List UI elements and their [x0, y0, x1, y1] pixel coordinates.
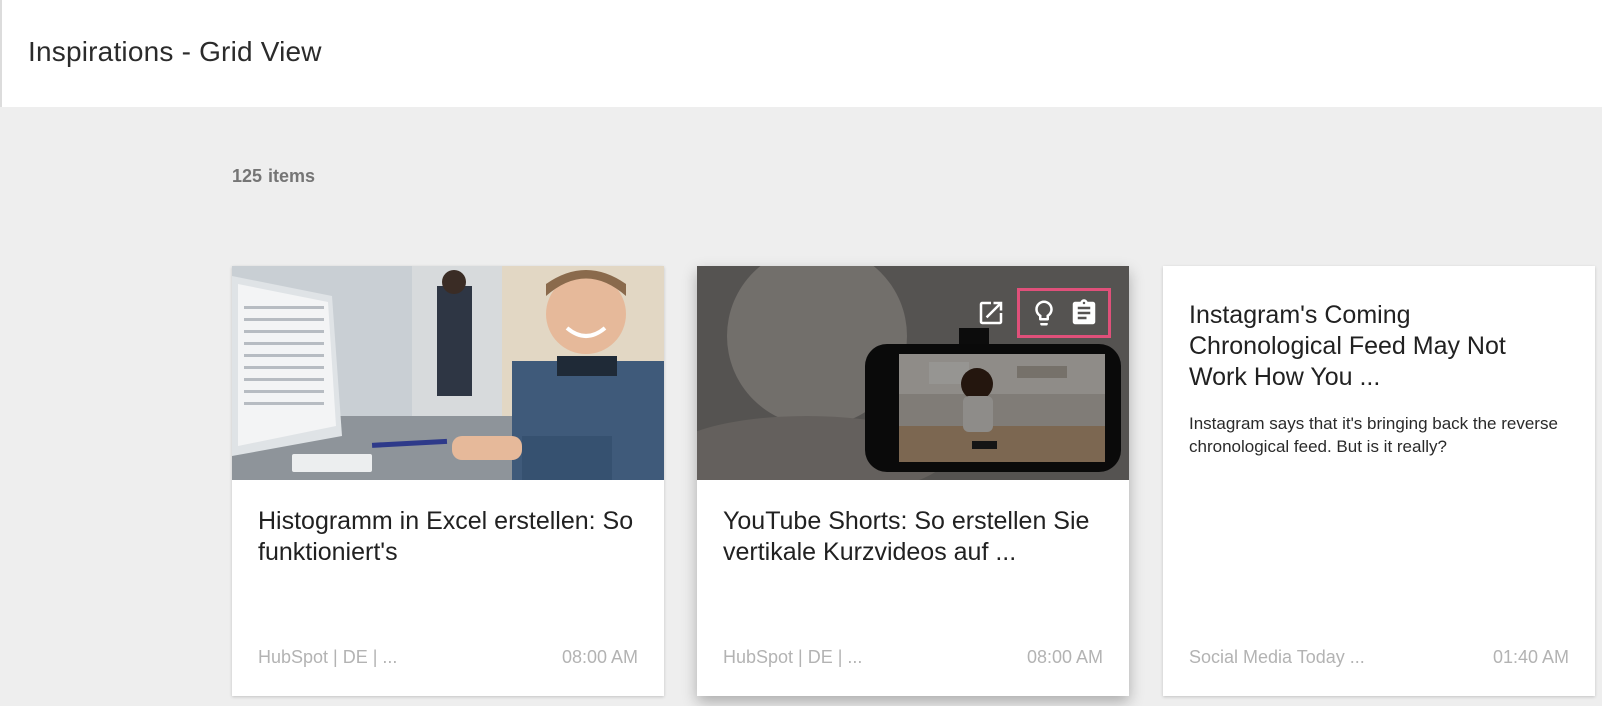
- card-source: Social Media Today ...: [1189, 647, 1365, 667]
- card-thumbnail: [697, 266, 1129, 480]
- item-count-number: 125: [232, 166, 263, 186]
- card-source: HubSpot | DE | ...: [723, 647, 863, 667]
- item-count-unit: items: [268, 166, 316, 186]
- page-header: Inspirations - Grid View: [0, 0, 1602, 107]
- open-external-icon[interactable]: [973, 295, 1009, 331]
- page-title: Inspirations - Grid View: [28, 36, 322, 67]
- inspiration-card[interactable]: YouTube Shorts: So erstellen Sie vertika…: [697, 266, 1129, 696]
- card-description: Instagram says that it's bringing back t…: [1189, 414, 1558, 456]
- lightbulb-icon[interactable]: [1026, 295, 1062, 331]
- inspiration-card[interactable]: Histogramm in Excel erstellen: So funkti…: [232, 266, 664, 696]
- item-count: 125 items: [232, 166, 321, 187]
- card-source: HubSpot | DE | ...: [258, 647, 398, 667]
- action-highlight: [1017, 288, 1111, 338]
- clipboard-icon[interactable]: [1066, 295, 1102, 331]
- office-photo-thumbnail: [232, 266, 664, 480]
- card-time: 01:40 AM: [1492, 647, 1569, 667]
- card-time: 08:00 AM: [1026, 647, 1103, 667]
- card-actions: [963, 288, 1111, 338]
- card-thumbnail: [232, 266, 664, 480]
- card-title[interactable]: Histogramm in Excel erstellen: So funkti…: [258, 506, 638, 568]
- card-title[interactable]: Instagram's Coming Chronological Feed Ma…: [1189, 300, 1569, 393]
- card-title[interactable]: YouTube Shorts: So erstellen Sie vertika…: [723, 506, 1103, 568]
- card-time: 08:00 AM: [561, 647, 638, 667]
- inspiration-card[interactable]: Instagram's Coming Chronological Feed Ma…: [1163, 266, 1595, 696]
